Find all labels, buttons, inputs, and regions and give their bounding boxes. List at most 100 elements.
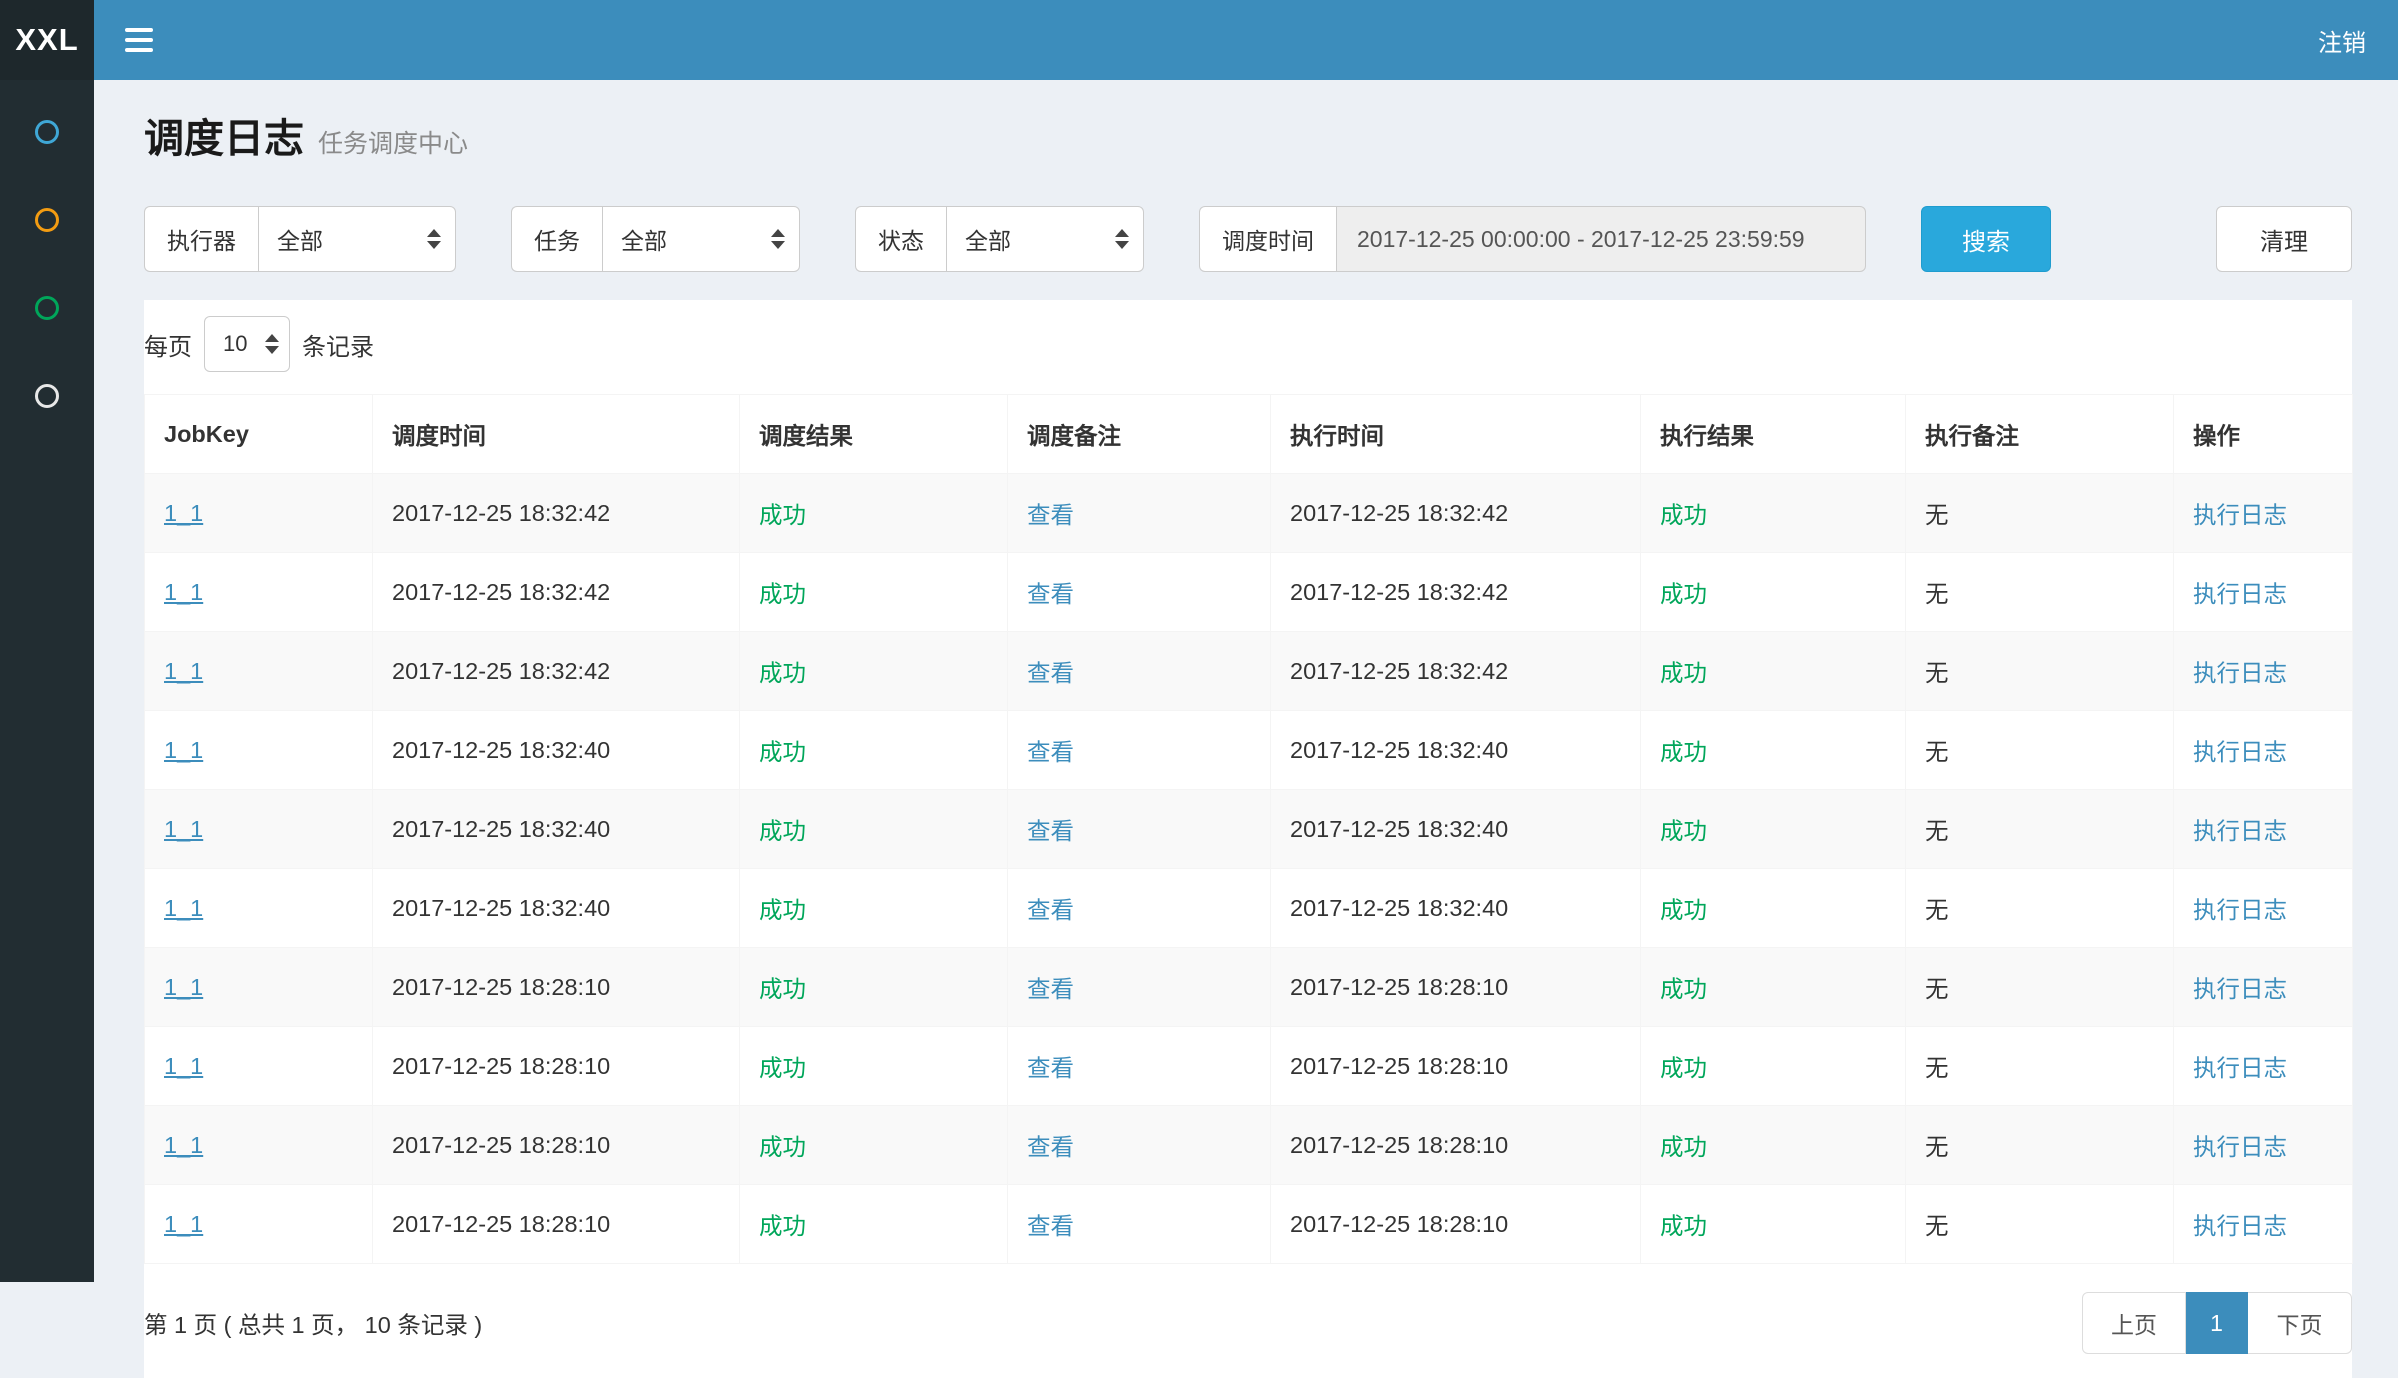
prev-page-button[interactable]: 上页 [2082,1292,2186,1354]
trigger-time-cell: 2017-12-25 18:28:10 [373,1106,740,1185]
col-header-trigger-msg[interactable]: 调度备注 [1008,395,1271,474]
trigger-msg-link[interactable]: 查看 [1027,1134,1074,1160]
jobkey-link[interactable]: 1_1 [164,1211,203,1237]
table-row: 1_1 2017-12-25 18:28:10 成功 查看 2017-12-25… [145,1027,2353,1106]
job-filter-group: 任务 全部 [511,206,800,272]
circle-outline-icon [35,384,59,408]
trigger-msg-link[interactable]: 查看 [1027,897,1074,923]
jobkey-link[interactable]: 1_1 [164,579,203,605]
page-size-suffix: 条记录 [302,327,374,362]
sidebar-item-3[interactable] [0,264,94,352]
handle-time-cell: 2017-12-25 18:32:40 [1271,869,1641,948]
exec-log-link[interactable]: 执行日志 [2193,897,2287,923]
exec-log-link[interactable]: 执行日志 [2193,976,2287,1002]
col-header-handle-time[interactable]: 执行时间 [1271,395,1641,474]
handle-time-cell: 2017-12-25 18:32:40 [1271,790,1641,869]
circle-outline-icon [35,208,59,232]
exec-log-link[interactable]: 执行日志 [2193,1055,2287,1081]
jobkey-link[interactable]: 1_1 [164,1053,203,1079]
page-size-control: 每页 10 条记录 [144,300,2352,386]
executor-select-value: 全部 [277,222,323,256]
jobkey-link[interactable]: 1_1 [164,974,203,1000]
trigger-time-cell: 2017-12-25 18:28:10 [373,1185,740,1264]
jobkey-link[interactable]: 1_1 [164,737,203,763]
trigger-result-text: 成功 [759,581,806,607]
trigger-time-cell: 2017-12-25 18:32:40 [373,790,740,869]
trigger-msg-link[interactable]: 查看 [1027,581,1074,607]
trigger-msg-link[interactable]: 查看 [1027,502,1074,528]
sidebar [0,80,94,1282]
page-size-prefix: 每页 [144,327,192,362]
trigger-time-range-input[interactable]: 2017-12-25 00:00:00 - 2017-12-25 23:59:5… [1336,206,1866,272]
handle-msg-cell: 无 [1906,869,2174,948]
sidebar-toggle-button[interactable] [94,0,184,80]
select-arrows-icon [1115,229,1129,249]
trigger-msg-link[interactable]: 查看 [1027,660,1074,686]
page-header: 调度日志 任务调度中心 [144,116,2352,162]
exec-log-link[interactable]: 执行日志 [2193,1134,2287,1160]
clear-button[interactable]: 清理 [2216,206,2352,272]
handle-result-text: 成功 [1660,739,1707,765]
next-page-button[interactable]: 下页 [2248,1292,2352,1354]
exec-log-link[interactable]: 执行日志 [2193,660,2287,686]
app-logo[interactable]: XXL [0,0,94,80]
handle-time-cell: 2017-12-25 18:28:10 [1271,948,1641,1027]
col-header-trigger-result[interactable]: 调度结果 [740,395,1008,474]
table-row: 1_1 2017-12-25 18:32:40 成功 查看 2017-12-25… [145,790,2353,869]
sidebar-item-4[interactable] [0,352,94,440]
col-header-handle-result[interactable]: 执行结果 [1641,395,1906,474]
logout-link[interactable]: 注销 [2286,0,2398,80]
exec-log-link[interactable]: 执行日志 [2193,581,2287,607]
trigger-msg-link[interactable]: 查看 [1027,976,1074,1002]
table-row: 1_1 2017-12-25 18:32:42 成功 查看 2017-12-25… [145,553,2353,632]
table-row: 1_1 2017-12-25 18:32:42 成功 查看 2017-12-25… [145,632,2353,711]
handle-msg-cell: 无 [1906,1185,2174,1264]
col-header-trigger-time[interactable]: 调度时间 [373,395,740,474]
trigger-msg-link[interactable]: 查看 [1027,739,1074,765]
jobkey-link[interactable]: 1_1 [164,658,203,684]
page-size-select[interactable]: 10 [204,316,290,372]
status-select[interactable]: 全部 [946,206,1144,272]
jobkey-link[interactable]: 1_1 [164,895,203,921]
search-button[interactable]: 搜索 [1921,206,2051,272]
handle-result-text: 成功 [1660,502,1707,528]
col-header-jobkey[interactable]: JobKey [145,395,373,474]
handle-result-text: 成功 [1660,581,1707,607]
hamburger-icon [125,28,153,52]
main-content: 调度日志 任务调度中心 执行器 全部 任务 全部 状态 全部 [94,80,2398,1282]
handle-msg-cell: 无 [1906,474,2174,553]
handle-time-cell: 2017-12-25 18:32:40 [1271,711,1641,790]
exec-log-link[interactable]: 执行日志 [2193,502,2287,528]
jobkey-link[interactable]: 1_1 [164,1132,203,1158]
handle-time-cell: 2017-12-25 18:32:42 [1271,553,1641,632]
trigger-result-text: 成功 [759,739,806,765]
trigger-msg-link[interactable]: 查看 [1027,1055,1074,1081]
trigger-msg-link[interactable]: 查看 [1027,1213,1074,1239]
filter-toolbar: 执行器 全部 任务 全部 状态 全部 调度时间 2017-12-25 00:00… [144,206,2352,272]
executor-select[interactable]: 全部 [258,206,456,272]
sidebar-item-1[interactable] [0,88,94,176]
exec-log-link[interactable]: 执行日志 [2193,739,2287,765]
handle-msg-cell: 无 [1906,948,2174,1027]
jobkey-link[interactable]: 1_1 [164,500,203,526]
trigger-msg-link[interactable]: 查看 [1027,818,1074,844]
job-select[interactable]: 全部 [602,206,800,272]
log-table: JobKey 调度时间 调度结果 调度备注 执行时间 执行结果 执行备注 操作 … [144,394,2353,1264]
handle-result-text: 成功 [1660,1213,1707,1239]
select-arrows-icon [771,229,785,249]
trigger-time-cell: 2017-12-25 18:28:10 [373,948,740,1027]
col-header-handle-msg[interactable]: 执行备注 [1906,395,2174,474]
executor-filter-label: 执行器 [144,206,258,272]
current-page-button[interactable]: 1 [2186,1292,2248,1354]
jobkey-link[interactable]: 1_1 [164,816,203,842]
sidebar-item-2[interactable] [0,176,94,264]
col-header-action[interactable]: 操作 [2174,395,2353,474]
exec-log-link[interactable]: 执行日志 [2193,818,2287,844]
trigger-time-cell: 2017-12-25 18:32:40 [373,711,740,790]
job-select-value: 全部 [621,222,667,256]
exec-log-link[interactable]: 执行日志 [2193,1213,2287,1239]
trigger-time-cell: 2017-12-25 18:32:40 [373,869,740,948]
table-row: 1_1 2017-12-25 18:32:42 成功 查看 2017-12-25… [145,474,2353,553]
trigger-result-text: 成功 [759,660,806,686]
handle-time-cell: 2017-12-25 18:28:10 [1271,1185,1641,1264]
